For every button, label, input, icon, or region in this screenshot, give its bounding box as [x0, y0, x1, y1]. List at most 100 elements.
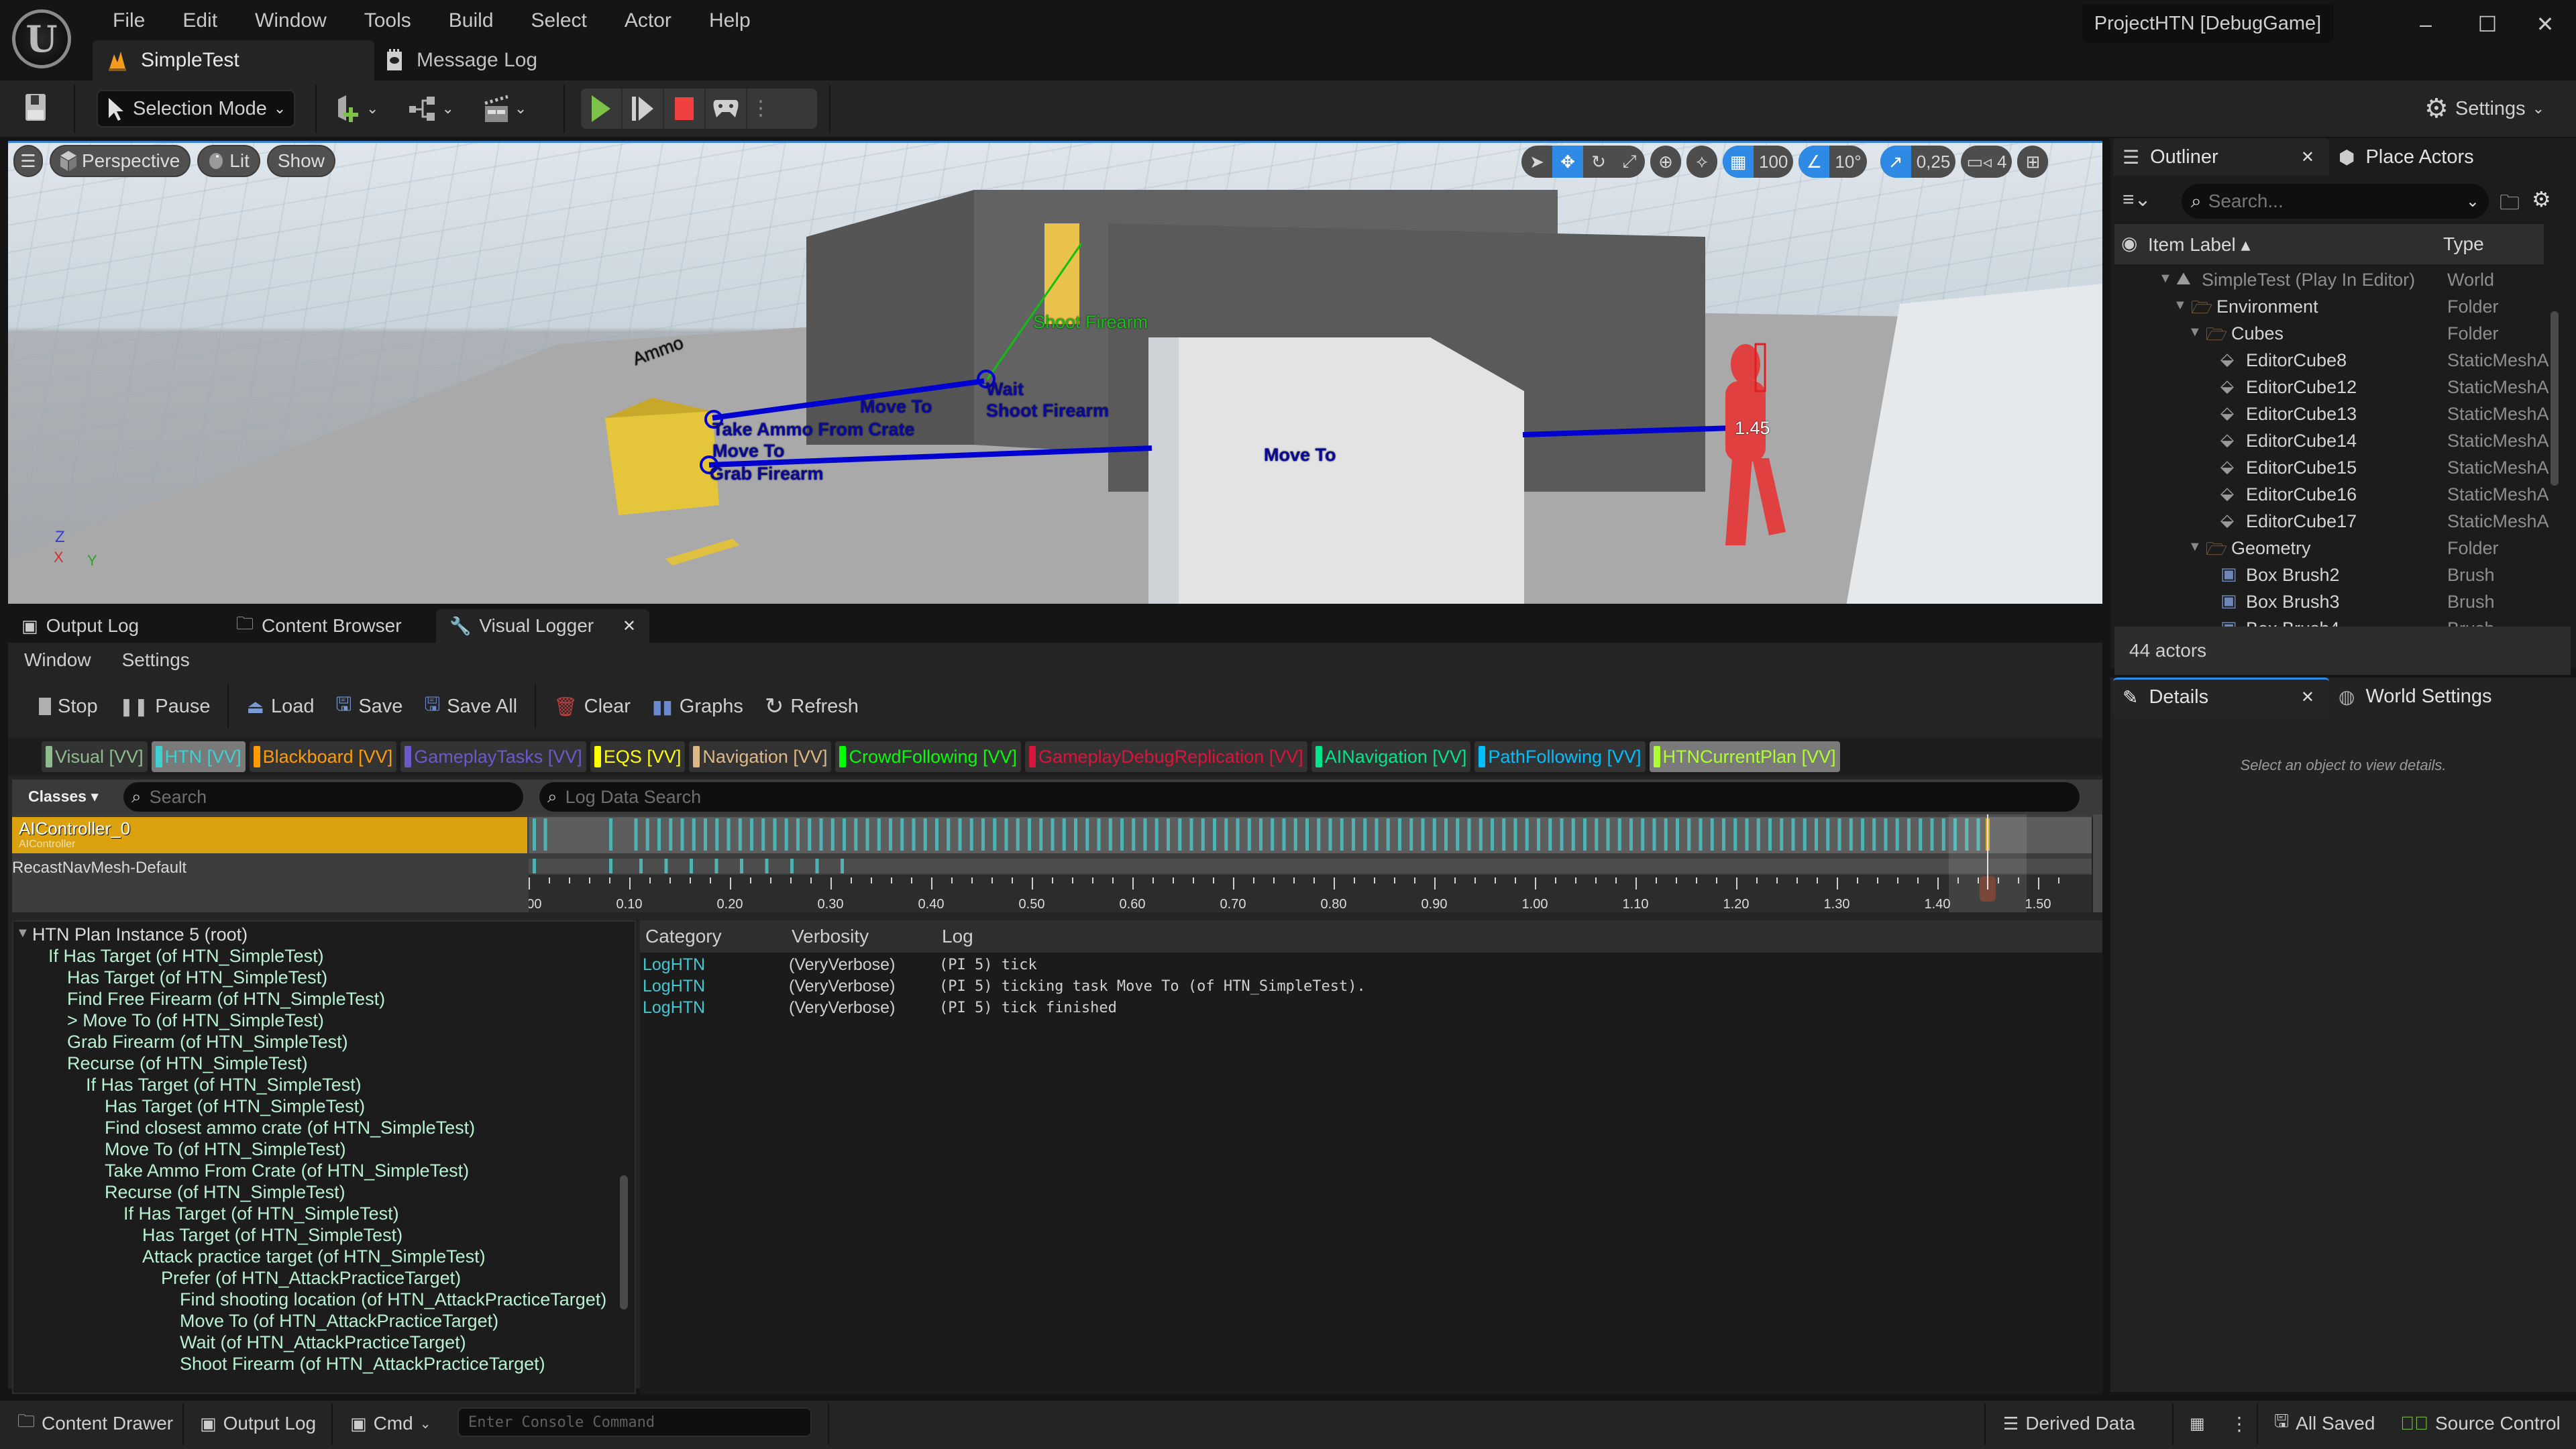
- source-control-button[interactable]: ✓⃝ Source Control: [2400, 1403, 2561, 1444]
- select-tool[interactable]: ➤: [1521, 146, 1552, 178]
- load-button[interactable]: ⏏ Load: [235, 686, 325, 727]
- grid-snap-control[interactable]: ▦ 100: [1723, 146, 1794, 178]
- log-row[interactable]: LogHTN (VeryVerbose) (PI 5) tick finished: [643, 998, 2098, 1020]
- tab-outliner[interactable]: ☰ Outliner ✕: [2113, 138, 2329, 176]
- play-button[interactable]: [581, 89, 623, 129]
- plan-root[interactable]: HTN Plan Instance 5 (root): [32, 924, 248, 945]
- menu-file[interactable]: File: [94, 5, 164, 36]
- plan-node[interactable]: Move To (of HTN_AttackPracticeTarget): [180, 1311, 498, 1332]
- expand-arrow-icon[interactable]: ▼: [16, 926, 30, 941]
- category-chip[interactable]: Blackboard [VV]: [249, 741, 397, 772]
- level-viewport[interactable]: Z X Y Ammo Shoot Firearm Move To Wait Sh…: [8, 141, 2102, 604]
- status-more-button[interactable]: ⋮: [2230, 1403, 2249, 1444]
- stop-button[interactable]: [664, 89, 706, 129]
- column-item-label[interactable]: Item Label ▴: [2148, 233, 2251, 256]
- selection-mode-dropdown[interactable]: Selection Mode ⌄: [97, 90, 295, 127]
- tab-output-log[interactable]: ▣ Output Log: [8, 609, 223, 643]
- close-button[interactable]: ✕: [2525, 11, 2565, 38]
- column-log[interactable]: Log: [942, 926, 973, 947]
- category-chip[interactable]: PathFollowing [VV]: [1474, 741, 1646, 772]
- menu-select[interactable]: Select: [513, 5, 606, 36]
- pause-button[interactable]: ❚❚ Pause: [109, 686, 221, 727]
- refresh-button[interactable]: ↻ Refresh: [754, 686, 869, 727]
- category-chip[interactable]: CrowdFollowing [VV]: [835, 741, 1022, 772]
- skip-frame-button[interactable]: [623, 89, 664, 129]
- class-search-input[interactable]: ⌕ Search: [123, 782, 523, 812]
- outliner-row[interactable]: ⬙ EditorCube13 StaticMeshA: [2114, 401, 2549, 428]
- tab-world-settings[interactable]: ◍ World Settings: [2329, 678, 2491, 715]
- expand-arrow-icon[interactable]: ▼: [2188, 539, 2202, 555]
- outliner-scrollbar[interactable]: [2551, 311, 2559, 486]
- lit-mode-button[interactable]: Lit: [197, 145, 260, 177]
- unreal-logo-icon[interactable]: U: [12, 9, 71, 68]
- rotation-snap-value[interactable]: 10°: [1829, 146, 1866, 178]
- plan-node[interactable]: Find shooting location (of HTN_AttackPra…: [180, 1289, 606, 1310]
- category-chip[interactable]: HTNCurrentPlan [VV]: [1649, 741, 1840, 772]
- plan-node[interactable]: Has Target (of HTN_SimpleTest): [142, 1225, 402, 1246]
- plan-node[interactable]: Recurse (of HTN_SimpleTest): [67, 1053, 308, 1074]
- tab-content-browser[interactable]: 🗀 Content Browser: [223, 609, 436, 643]
- derived-data-button[interactable]: ☰ Derived Data: [2003, 1403, 2135, 1444]
- doc-tab-message-log[interactable]: Message Log: [386, 40, 537, 80]
- tab-visual-logger[interactable]: 🔧 Visual Logger ✕: [436, 609, 649, 643]
- plan-node[interactable]: If Has Target (of HTN_SimpleTest): [86, 1075, 362, 1095]
- show-button[interactable]: Show: [266, 145, 335, 177]
- plan-node[interactable]: Has Target (of HTN_SimpleTest): [67, 967, 327, 988]
- scale-tool[interactable]: ⤢: [1614, 146, 1645, 178]
- log-row[interactable]: LogHTN (VeryVerbose) (PI 5) tick: [643, 955, 2098, 977]
- log-row[interactable]: LogHTN (VeryVerbose) (PI 5) ticking task M…: [643, 977, 2098, 998]
- scale-snap-value[interactable]: 0,25: [1911, 146, 1956, 178]
- expand-arrow-icon[interactable]: ▼: [2188, 325, 2202, 340]
- outliner-row[interactable]: ⬙ EditorCube12 StaticMeshA: [2114, 374, 2549, 401]
- menu-window[interactable]: Window: [236, 5, 345, 36]
- filter-button[interactable]: ≡⌄: [2123, 188, 2151, 211]
- category-chip[interactable]: GameplayTasks [VV]: [400, 741, 586, 772]
- menu-build[interactable]: Build: [430, 5, 513, 36]
- outliner-row[interactable]: ▼ 🗁 Geometry Folder: [2114, 535, 2544, 562]
- save-all-button[interactable]: 🖫 Save All: [413, 686, 528, 727]
- add-folder-button[interactable]: 🗀: [2500, 188, 2520, 222]
- category-chip[interactable]: HTN [VV]: [151, 741, 246, 772]
- plan-node[interactable]: Prefer (of HTN_AttackPracticeTarget): [161, 1268, 461, 1289]
- plan-node[interactable]: If Has Target (of HTN_SimpleTest): [123, 1203, 399, 1224]
- tab-place-actors[interactable]: ⬢ Place Actors: [2329, 138, 2474, 176]
- plan-node[interactable]: Find Free Firearm (of HTN_SimpleTest): [67, 989, 385, 1010]
- outliner-row[interactable]: ⬙ EditorCube14 StaticMeshA: [2114, 428, 2549, 455]
- plan-node[interactable]: Recurse (of HTN_SimpleTest): [105, 1182, 345, 1203]
- track-recastnavmesh[interactable]: RecastNavMesh-Default: [12, 859, 527, 873]
- grid-snap-value[interactable]: 100: [1754, 146, 1793, 178]
- column-category[interactable]: Category: [645, 926, 722, 947]
- cinematics-button[interactable]: ⌄: [484, 94, 527, 123]
- cmd-dropdown[interactable]: ▣ Cmd ⌄: [350, 1403, 431, 1444]
- trace-button[interactable]: ▦: [2190, 1403, 2205, 1444]
- outliner-row[interactable]: ⬙ EditorCube17 StaticMeshA: [2114, 508, 2549, 535]
- outliner-settings-button[interactable]: ⚙: [2532, 186, 2551, 212]
- doc-tab-simpletest[interactable]: SimpleTest: [93, 40, 374, 80]
- plan-node[interactable]: Has Target (of HTN_SimpleTest): [105, 1096, 365, 1117]
- outliner-row[interactable]: ⬙ EditorCube15 StaticMeshA: [2114, 455, 2549, 482]
- perspective-button[interactable]: Perspective: [50, 145, 191, 177]
- outliner-row[interactable]: ▣ Box Brush3 Brush: [2114, 589, 2544, 616]
- graphs-button[interactable]: ▮▮ Graphs: [641, 686, 754, 727]
- surface-snap-toggle[interactable]: ⟡: [1686, 146, 1717, 178]
- world-local-toggle[interactable]: ⊕: [1650, 146, 1681, 178]
- output-log-button[interactable]: ▣ Output Log: [200, 1403, 316, 1444]
- vl-menu-settings[interactable]: Settings: [122, 649, 190, 671]
- category-chip[interactable]: AINavigation [VV]: [1311, 741, 1471, 772]
- close-icon[interactable]: ✕: [2301, 688, 2314, 707]
- plan-node[interactable]: Move To (of HTN_SimpleTest): [105, 1139, 346, 1160]
- plan-node[interactable]: Grab Firearm (of HTN_SimpleTest): [67, 1032, 348, 1053]
- close-icon[interactable]: ✕: [2301, 148, 2314, 167]
- plan-node[interactable]: > Move To (of HTN_SimpleTest): [67, 1010, 324, 1031]
- console-command-input[interactable]: Enter Console Command: [458, 1407, 812, 1437]
- translate-tool[interactable]: ✥: [1552, 146, 1583, 178]
- menu-tools[interactable]: Tools: [345, 5, 430, 36]
- stop-recording-button[interactable]: Stop: [28, 686, 109, 727]
- save-button[interactable]: [25, 94, 46, 124]
- column-type[interactable]: Type: [2443, 233, 2484, 255]
- tab-details[interactable]: ✎ Details ✕: [2113, 678, 2329, 715]
- content-drawer-button[interactable]: 🗀 Content Drawer: [17, 1403, 173, 1444]
- track-aicontroller[interactable]: AIController_0 AIController: [12, 817, 527, 853]
- plan-node[interactable]: Shoot Firearm (of HTN_AttackPracticeTarg…: [180, 1354, 545, 1375]
- category-chip[interactable]: EQS [VV]: [590, 741, 686, 772]
